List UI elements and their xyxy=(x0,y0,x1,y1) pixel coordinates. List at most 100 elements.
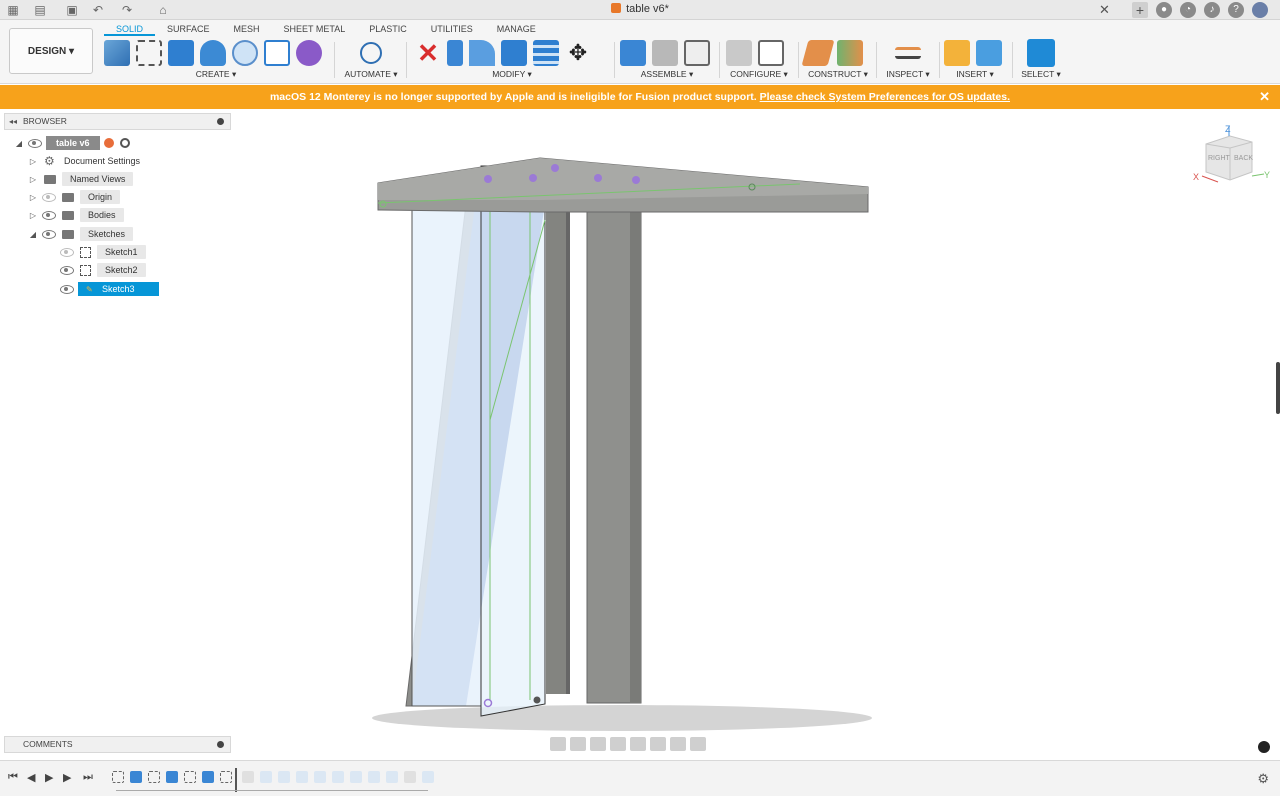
sketch-point[interactable] xyxy=(632,176,640,184)
visibility-eye-icon[interactable] xyxy=(42,210,56,220)
visibility-eye-icon[interactable] xyxy=(60,284,74,294)
extensions-icon[interactable]: ● xyxy=(1156,2,1172,18)
joint-icon[interactable] xyxy=(652,40,678,66)
tab-mesh[interactable]: MESH xyxy=(222,22,272,36)
form-icon[interactable] xyxy=(296,40,322,66)
fillet-icon[interactable] xyxy=(469,40,495,66)
workspace-switcher-button[interactable]: DESIGN ▾ xyxy=(9,28,93,74)
timeline-suppressed-icon[interactable] xyxy=(314,771,326,783)
create-menu[interactable]: CREATE ▾ xyxy=(104,69,328,80)
add-comment-icon[interactable] xyxy=(217,741,224,748)
expand-icon[interactable]: ▷ xyxy=(28,193,38,202)
zoom-icon[interactable] xyxy=(610,737,626,751)
timeline-sketch-icon[interactable] xyxy=(184,771,196,783)
sketch-point[interactable] xyxy=(594,174,602,182)
skip-start-icon[interactable]: ⏮ xyxy=(8,771,18,784)
grid-settings-icon[interactable] xyxy=(670,737,686,751)
press-pull-icon[interactable] xyxy=(447,40,463,66)
insert-derive-icon[interactable] xyxy=(944,40,970,66)
timeline-suppressed-icon[interactable] xyxy=(422,771,434,783)
viewports-icon[interactable] xyxy=(690,737,706,751)
canvas-image-icon[interactable] xyxy=(976,40,1002,66)
pan-icon[interactable] xyxy=(590,737,606,751)
orbit-icon[interactable] xyxy=(550,737,566,751)
expand-icon[interactable]: ▷ xyxy=(28,211,38,220)
side-handle[interactable] xyxy=(1276,362,1280,414)
viewcube-back-face[interactable]: BACK xyxy=(1234,155,1253,162)
tab-utilities[interactable]: UTILITIES xyxy=(419,22,485,36)
tree-item-bodies[interactable]: ▷ Bodies xyxy=(28,206,124,224)
help-icon[interactable]: ? xyxy=(1228,2,1244,18)
pattern-icon[interactable] xyxy=(264,40,290,66)
expand-icon[interactable]: ▷ xyxy=(28,175,38,184)
shell-icon[interactable] xyxy=(533,40,559,66)
close-tab-icon[interactable]: ✕ xyxy=(1099,2,1110,18)
timeline-suppressed-icon[interactable] xyxy=(386,771,398,783)
timeline-suppressed-icon[interactable] xyxy=(404,771,416,783)
timeline-extrude-icon[interactable] xyxy=(130,771,142,783)
timeline-sketch-icon[interactable] xyxy=(148,771,160,783)
tree-item-document-settings[interactable]: ▷ ⚙ Document Settings xyxy=(28,152,140,170)
step-forward-icon[interactable]: ▶ xyxy=(63,771,71,784)
view-cube[interactable]: Z X Y RIGHT BACK xyxy=(1193,122,1272,194)
tree-item-sketch3[interactable]: ✎ Sketch3 xyxy=(56,280,159,298)
tree-root[interactable]: ◢ table v6 xyxy=(14,134,130,152)
notifications-icon[interactable]: ♪ xyxy=(1204,2,1220,18)
visibility-eye-icon[interactable] xyxy=(42,229,56,239)
construct-menu[interactable]: CONSTRUCT ▾ xyxy=(805,69,871,80)
inspect-menu[interactable]: INSPECT ▾ xyxy=(882,69,934,80)
automate-menu[interactable]: AUTOMATE ▾ xyxy=(340,69,402,80)
activate-icon[interactable] xyxy=(119,138,130,148)
tree-item-sketches[interactable]: ◢ Sketches xyxy=(28,225,134,243)
timeline-extrude-icon[interactable] xyxy=(202,771,214,783)
insert-menu[interactable]: INSERT ▾ xyxy=(944,69,1006,80)
tree-item-origin[interactable]: ▷ Origin xyxy=(28,188,121,206)
timeline-suppressed-icon[interactable] xyxy=(296,771,308,783)
tree-item-sketch2[interactable]: Sketch2 xyxy=(56,261,146,279)
sketch-point[interactable] xyxy=(533,696,541,704)
expand-icon[interactable]: ▷ xyxy=(28,157,38,166)
modify-menu[interactable]: MODIFY ▾ xyxy=(415,69,609,80)
viewcube-right-face[interactable]: RIGHT xyxy=(1208,155,1230,162)
hole-icon[interactable] xyxy=(232,40,258,66)
revolve-icon[interactable] xyxy=(200,40,226,66)
sketch-point[interactable] xyxy=(551,164,559,172)
step-back-icon[interactable]: ◀ xyxy=(27,771,35,784)
tab-solid[interactable]: SOLID xyxy=(104,22,156,36)
timeline-suppressed-icon[interactable] xyxy=(242,771,254,783)
move-icon[interactable]: ✥ xyxy=(565,40,591,66)
tree-root-label[interactable]: table v6 xyxy=(46,136,100,150)
visibility-eye-icon[interactable] xyxy=(60,265,74,275)
look-at-icon[interactable] xyxy=(570,737,586,751)
table-icon[interactable] xyxy=(758,40,784,66)
fit-icon[interactable] xyxy=(630,737,646,751)
banner-link[interactable]: Please check System Preferences for OS u… xyxy=(760,91,1010,103)
gear-icon[interactable]: ⚙ xyxy=(1257,771,1269,787)
timeline-sketch-icon[interactable] xyxy=(220,771,232,783)
create-sketch-icon[interactable] xyxy=(104,40,130,66)
visibility-eye-icon[interactable] xyxy=(60,247,74,257)
avatar[interactable] xyxy=(1252,2,1268,18)
timeline-sketch-icon[interactable] xyxy=(112,771,124,783)
assemble-menu[interactable]: ASSEMBLE ▾ xyxy=(620,69,714,80)
skip-end-icon[interactable]: ⏭ xyxy=(83,771,93,784)
select-menu[interactable]: SELECT ▾ xyxy=(1018,69,1064,80)
bom-icon[interactable] xyxy=(684,40,710,66)
tab-sheet-metal[interactable]: SHEET METAL xyxy=(272,22,358,36)
chamfer-icon[interactable] xyxy=(501,40,527,66)
offset-plane-icon[interactable] xyxy=(801,40,835,66)
timeline-suppressed-icon[interactable] xyxy=(368,771,380,783)
expand-icon[interactable]: ◢ xyxy=(14,139,24,148)
visibility-eye-icon[interactable] xyxy=(28,138,42,148)
tree-item-sketch1[interactable]: Sketch1 xyxy=(56,243,146,261)
timeline-extrude-icon[interactable] xyxy=(166,771,178,783)
new-component-icon[interactable] xyxy=(620,40,646,66)
visibility-eye-icon[interactable] xyxy=(42,192,56,202)
timeline-suppressed-icon[interactable] xyxy=(350,771,362,783)
sketch-point[interactable] xyxy=(529,174,537,182)
close-icon[interactable]: ✕ xyxy=(1259,85,1270,109)
collapse-icon[interactable]: ◂◂ xyxy=(9,114,17,129)
tab-plastic[interactable]: PLASTIC xyxy=(357,22,419,36)
timeline-suppressed-icon[interactable] xyxy=(260,771,272,783)
display-settings-icon[interactable] xyxy=(650,737,666,751)
